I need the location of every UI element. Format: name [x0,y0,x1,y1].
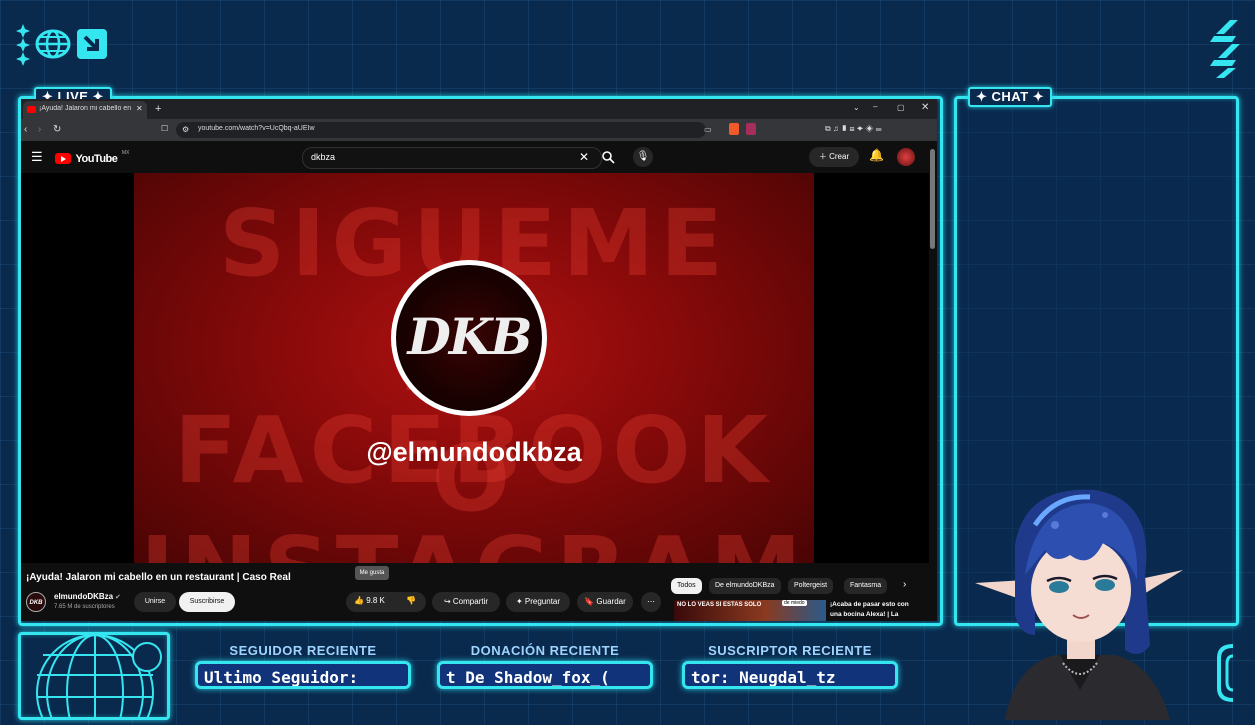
chat-label: CHAT [991,89,1029,104]
site-info-icon[interactable]: ⚙ [182,125,189,134]
share-button[interactable]: ↪ Compartir [432,592,500,612]
search-value: dkbza [311,152,336,162]
like-tooltip-text: Me gusta [359,570,385,576]
more-actions-button[interactable]: ⋯ [641,592,661,612]
search-input[interactable]: dkbza ✕ [302,147,602,169]
ask-label: Preguntar [524,597,561,606]
lightning-icon [1210,20,1240,83]
related-thumb-text: NO LO VEAS SI ESTAS SOLO [677,602,762,608]
globe-icon [35,29,71,64]
chip-channel[interactable]: De elmundoDKBza [709,578,781,594]
subscriber-heading: SUSCRIPTOR RECIENTE [708,643,872,658]
clear-search-icon[interactable]: ✕ [579,150,589,164]
related-title-2[interactable]: una bocina Alexa! | La [830,611,898,618]
voice-search-icon[interactable]: 🎙 [633,147,653,167]
chips-next-icon[interactable]: › [903,579,906,590]
donation-box: t De Shadow_fox_( [437,661,653,689]
tab-close-icon[interactable]: ✕ [136,104,143,113]
url-text[interactable]: youtube.com/watch?v=UcQbq-aUEIw [198,125,315,132]
save-button[interactable]: 🔖 Guardar [577,592,633,612]
forward-icon[interactable]: › [38,124,41,135]
globe-frame [18,632,170,720]
video-title: ¡Ayuda! Jalaron mi cabello en un restaur… [26,572,291,583]
bookmark-icon[interactable]: ☐ [161,124,168,133]
join-button[interactable]: Unirse [134,592,176,612]
back-icon[interactable]: ‹ [24,124,27,135]
dislike-button[interactable]: 👎 [406,596,416,605]
tab-list-icon[interactable]: ⌄ [853,103,860,112]
browser-tab[interactable]: ¡Ayuda! Jalaron mi cabello en ✕ [23,101,147,119]
hook-decoration-icon [1215,642,1239,709]
reload-icon[interactable]: ↻ [53,124,61,135]
save-label: Guardar [596,597,626,606]
ask-button[interactable]: ✦ Preguntar [506,592,570,612]
omnibox[interactable]: ⚙ youtube.com/watch?v=UcQbq-aUEIw ▭ [176,122,712,138]
chip-all[interactable]: Todos [671,578,702,594]
share-label: Compartir [452,597,489,606]
menu-icon[interactable]: ☰ [31,149,43,165]
create-button[interactable]: ＋ Crear [809,147,859,167]
like-button[interactable]: 👍 9.8 K [354,596,385,605]
chat-tag: ✦ CHAT ✦ [968,87,1053,107]
youtube-header: ☰ YouTube MX dkbza ✕ 🎙 ＋ Crear 🔔 [21,141,937,173]
rewards-icon[interactable] [746,123,756,135]
maximize-icon[interactable]: ▢ [897,103,905,112]
youtube-logo[interactable]: YouTube MX [55,150,129,168]
video-thumbnail: SIGUEME EN FACEBOOK O INSTAGRAM DKB @elm… [134,173,814,563]
channel-name[interactable]: elmundoDKBza [54,592,113,601]
subscribe-button[interactable]: Suscribirse [179,592,235,612]
overlay-sparkle-icon [16,24,30,66]
notifications-icon[interactable]: 🔔 [869,148,884,162]
search-icon[interactable] [601,147,617,167]
related-title-1[interactable]: ¡Acaba de pasar esto con [830,601,909,608]
youtube-logo-text: YouTube [75,152,118,165]
tab-bar: ¡Ayuda! Jalaron mi cabello en ✕ + ⌄ – ▢ … [21,99,937,119]
vtuber-avatar [975,485,1185,720]
cast-icon[interactable]: ▭ [704,125,712,134]
arrow-down-right-icon [77,29,107,64]
tab-title: ¡Ayuda! Jalaron mi cabello en [39,105,131,112]
thumb-logo-text: DKB [407,307,532,366]
subscriber-box: tor: Neugdal_tz [682,661,898,689]
address-bar-row: ‹ › ↻ ☐ ⚙ youtube.com/watch?v=UcQbq-aUEI… [21,119,937,141]
user-avatar[interactable] [897,148,915,166]
like-count: 9.8 K [366,596,385,605]
globe-wireframe-icon [36,635,162,717]
brave-shield-icon[interactable] [729,123,739,135]
channel-avatar-text: DKB [29,600,43,606]
youtube-favicon-icon [27,106,36,113]
video-player[interactable]: SIGUEME EN FACEBOOK O INSTAGRAM DKB @elm… [21,173,929,563]
chip-poltergeist[interactable]: Poltergeist [788,578,834,594]
thumb-handle: @elmundodkbza [366,437,582,467]
related-thumb-badge: de miedo [782,600,807,606]
like-tooltip: Me gusta [355,566,389,580]
channel-logo-circle: DKB [391,260,547,416]
verified-icon: ✔ [115,594,121,601]
donation-heading: DONACIÓN RECIENTE [470,643,620,658]
follower-heading: SEGUIDOR RECIENTE [229,643,377,658]
channel-avatar[interactable]: DKB [26,592,46,612]
extensions-icon[interactable]: ⧉ ♫ ▮ ⊞ ✦ ◈ ☰ [825,124,882,134]
minimize-icon[interactable]: – [873,102,877,111]
page-scrollbar[interactable] [930,149,935,249]
related-thumbnail[interactable]: NO LO VEAS SI ESTAS SOLO de miedo [674,600,826,621]
follower-box: Ultimo Seguidor: [195,661,411,689]
new-tab-button[interactable]: + [155,103,161,115]
browser-window: ¡Ayuda! Jalaron mi cabello en ✕ + ⌄ – ▢ … [21,99,937,621]
close-window-icon[interactable]: ✕ [921,102,929,113]
youtube-play-icon [55,153,71,165]
chip-fantasma[interactable]: Fantasma [844,578,888,594]
create-label: Crear [829,152,850,161]
region-code: MX [121,150,130,156]
subscriber-count: 7.65 M de suscriptores [54,604,115,610]
